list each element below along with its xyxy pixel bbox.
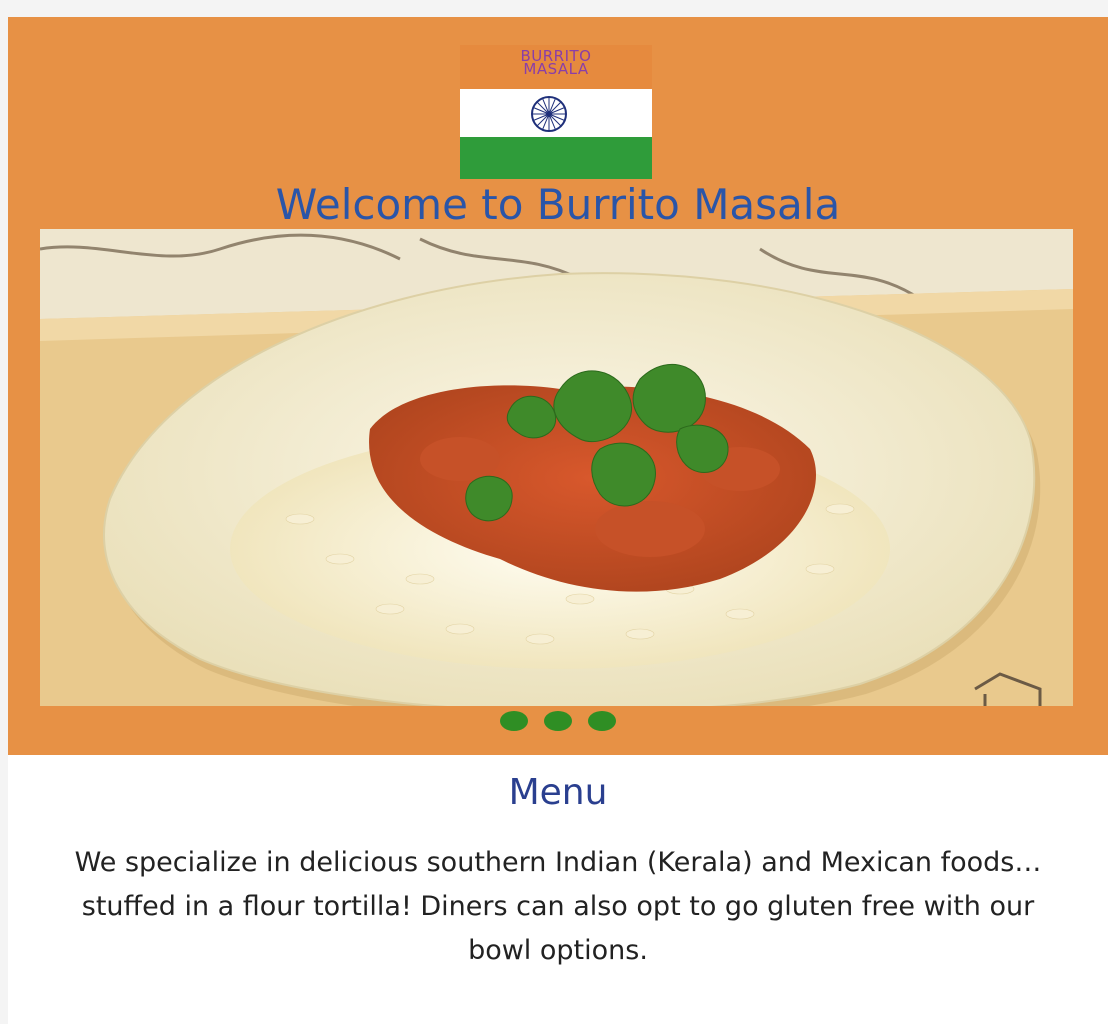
menu-description: We specialize in delicious southern Indi… [74,847,1042,966]
hero-carousel-image[interactable] [40,229,1073,706]
carousel-dot-1[interactable] [500,711,528,731]
hero-section: BURRITO MASALA Welcome to Burrito Masala [8,17,1108,755]
ashoka-chakra-icon [531,96,567,132]
menu-heading: Menu [508,772,608,813]
carousel-dot-2[interactable] [544,711,572,731]
carousel-indicators [8,711,1108,733]
welcome-heading: Welcome to Burrito Masala [275,180,841,229]
logo-wordmark: BURRITO MASALA [500,49,612,78]
logo-line-2: MASALA [523,60,589,78]
carousel-dot-3[interactable] [588,711,616,731]
curry-rice-plate-image [40,229,1073,706]
page: BURRITO MASALA Welcome to Burrito Masala… [8,17,1108,1024]
burrito-masala-logo: BURRITO MASALA [460,45,652,179]
